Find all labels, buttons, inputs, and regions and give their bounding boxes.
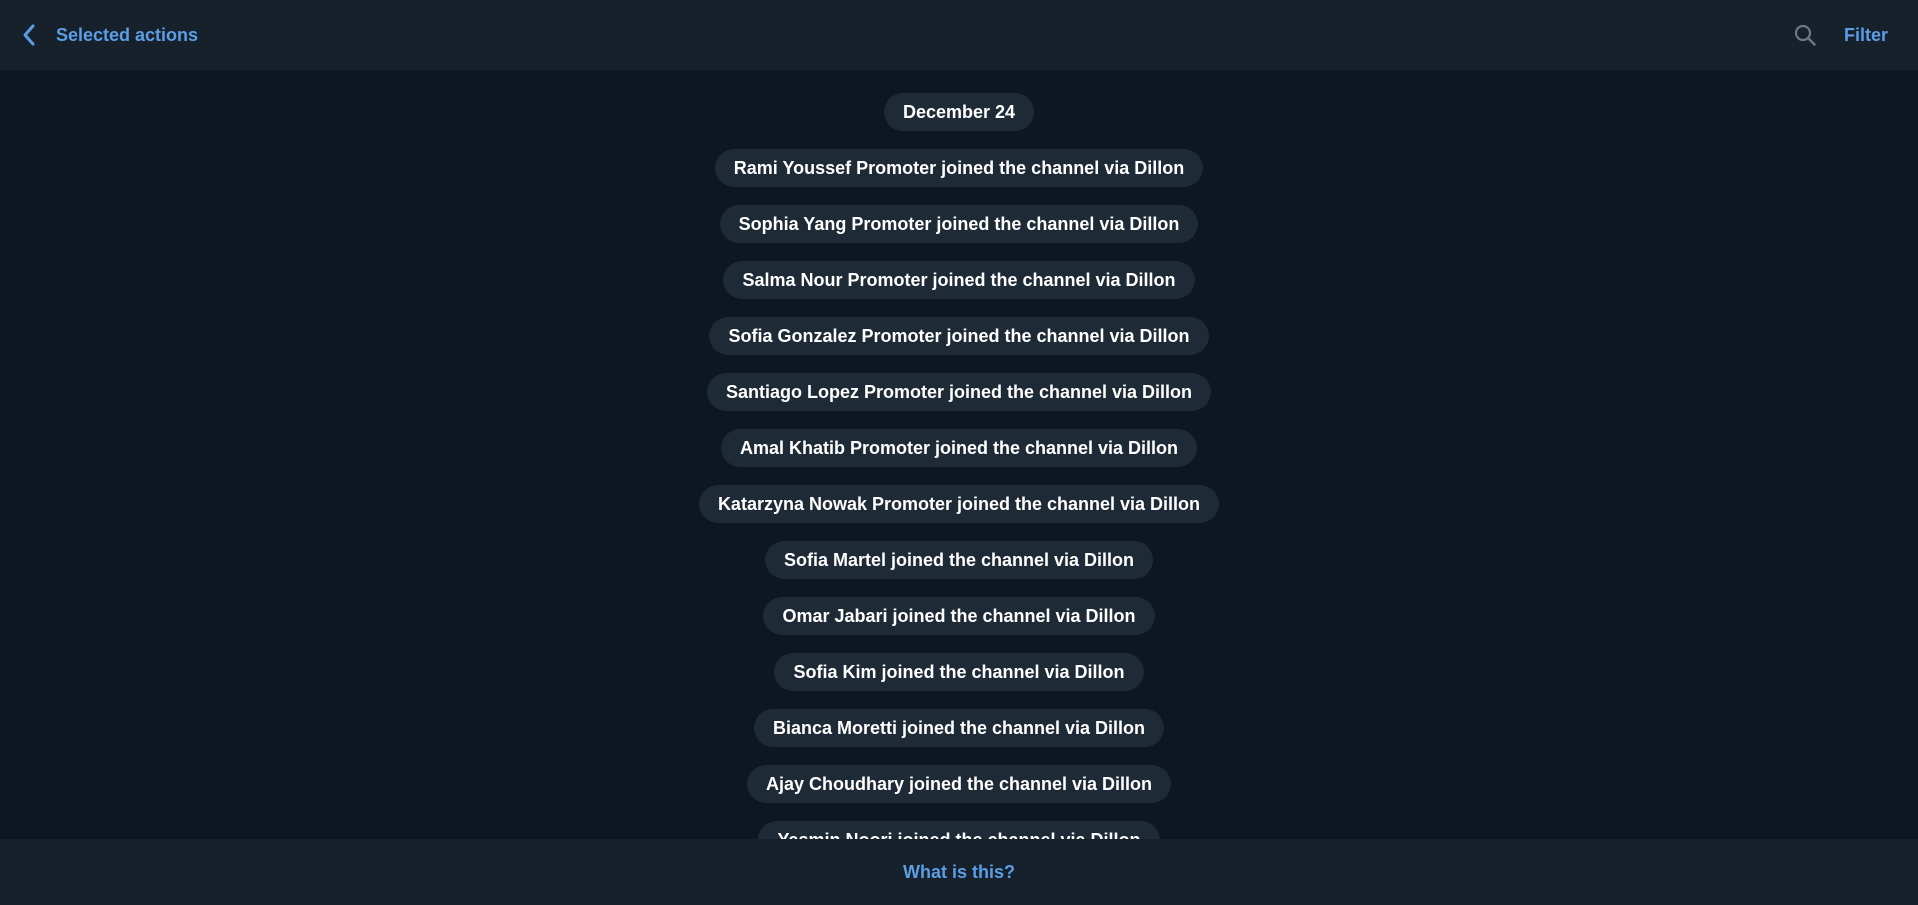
- action-entry: Amal Khatib Promoter joined the channel …: [720, 429, 1198, 467]
- action-entry: Salma Nour Promoter joined the channel v…: [723, 261, 1195, 299]
- action-entry: Yasmin Noori joined the channel via Dill…: [758, 821, 1160, 839]
- action-entry: Sofia Martel joined the channel via Dill…: [764, 541, 1154, 579]
- action-entry: Sofia Kim joined the channel via Dillon: [774, 653, 1144, 691]
- page-title: Selected actions: [56, 24, 199, 45]
- action-log[interactable]: December 24 Rami Youssef Promoter joined…: [0, 70, 1918, 839]
- action-entry: Bianca Moretti joined the channel via Di…: [753, 709, 1165, 747]
- top-bar: Selected actions Filter: [0, 0, 1918, 70]
- action-entry: Ajay Choudhary joined the channel via Di…: [746, 765, 1172, 803]
- what-is-this-link[interactable]: What is this?: [903, 862, 1015, 883]
- bottom-bar: What is this?: [0, 839, 1918, 905]
- action-log-list: December 24 Rami Youssef Promoter joined…: [0, 70, 1918, 839]
- action-entry: Omar Jabari joined the channel via Dillo…: [763, 597, 1155, 635]
- action-entry: Santiago Lopez Promoter joined the chann…: [706, 373, 1212, 411]
- action-entry: Sofia Gonzalez Promoter joined the chann…: [709, 317, 1209, 355]
- app-window: Selected actions Filter December 24 Rami…: [0, 0, 1918, 905]
- back-button[interactable]: [0, 0, 36, 70]
- header-actions: Filter: [1790, 0, 1918, 70]
- search-button[interactable]: [1790, 20, 1820, 50]
- date-separator: December 24: [883, 93, 1035, 131]
- chevron-left-icon: [23, 24, 35, 46]
- action-entry: Rami Youssef Promoter joined the channel…: [714, 149, 1204, 187]
- search-icon: [1794, 24, 1816, 46]
- action-entry: Sophia Yang Promoter joined the channel …: [719, 205, 1199, 243]
- filter-button[interactable]: Filter: [1844, 25, 1888, 46]
- action-entry: Katarzyna Nowak Promoter joined the chan…: [698, 485, 1220, 523]
